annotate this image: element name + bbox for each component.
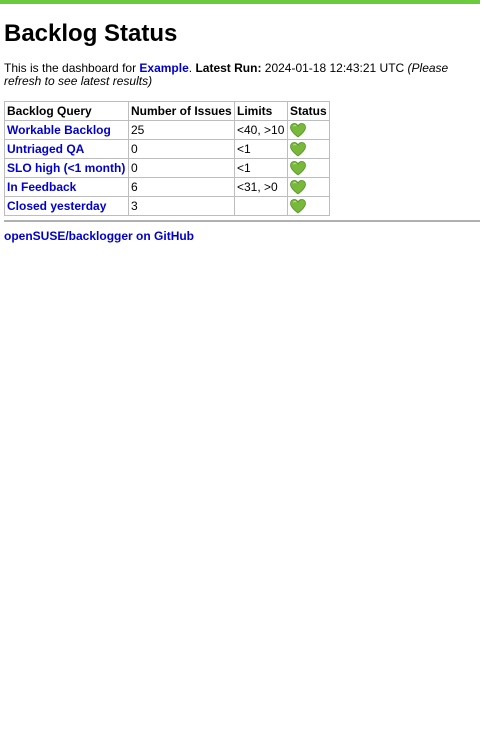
green-heart-icon <box>290 160 306 176</box>
table-row: Closed yesterday 3 <box>4 196 330 216</box>
main-content: Backlog Status This is the dashboard for… <box>4 18 480 216</box>
query-link[interactable]: SLO high (<1 month) <box>7 161 125 175</box>
query-link[interactable]: Workable Backlog <box>7 123 111 137</box>
github-link[interactable]: openSUSE/backlogger on GitHub <box>4 229 194 243</box>
limits-value: <1 <box>234 158 288 178</box>
latest-run-label: Latest Run: <box>195 61 262 75</box>
limits-value <box>234 196 288 216</box>
limits-value: <1 <box>234 139 288 159</box>
header-limits: Limits <box>234 101 288 121</box>
query-link[interactable]: Untriaged QA <box>7 142 84 156</box>
query-link[interactable]: Closed yesterday <box>7 199 106 213</box>
table-row: Untriaged QA 0 <1 <box>4 139 330 159</box>
top-accent-bar <box>0 0 480 4</box>
green-heart-icon <box>290 122 306 138</box>
header-status: Status <box>287 101 330 121</box>
green-heart-icon <box>290 179 306 195</box>
issue-count: 0 <box>128 158 235 178</box>
intro-paragraph: This is the dashboard for Example. Lates… <box>4 62 474 88</box>
limits-value: <31, >0 <box>234 177 288 197</box>
horizontal-rule <box>4 220 480 222</box>
footer: openSUSE/backlogger on GitHub <box>4 229 194 243</box>
table-header-row: Backlog Query Number of Issues Limits St… <box>4 101 330 121</box>
table-row: Workable Backlog 25 <40, >10 <box>4 120 330 140</box>
backlog-table: Backlog Query Number of Issues Limits St… <box>4 101 330 216</box>
table-row: In Feedback 6 <31, >0 <box>4 177 330 197</box>
limits-value: <40, >10 <box>234 120 288 140</box>
query-link[interactable]: In Feedback <box>7 180 76 194</box>
project-link[interactable]: Example <box>139 61 188 75</box>
latest-run-value: 2024-01-18 12:43:21 UTC <box>261 61 408 75</box>
header-number-of-issues: Number of Issues <box>128 101 235 121</box>
page-title: Backlog Status <box>4 20 178 47</box>
issue-count: 25 <box>128 120 235 140</box>
header-backlog-query: Backlog Query <box>4 101 129 121</box>
issue-count: 0 <box>128 139 235 159</box>
intro-prefix: This is the dashboard for <box>4 61 140 75</box>
green-heart-icon <box>290 198 306 214</box>
issue-count: 6 <box>128 177 235 197</box>
green-heart-icon <box>290 141 306 157</box>
table-row: SLO high (<1 month) 0 <1 <box>4 158 330 178</box>
issue-count: 3 <box>128 196 235 216</box>
